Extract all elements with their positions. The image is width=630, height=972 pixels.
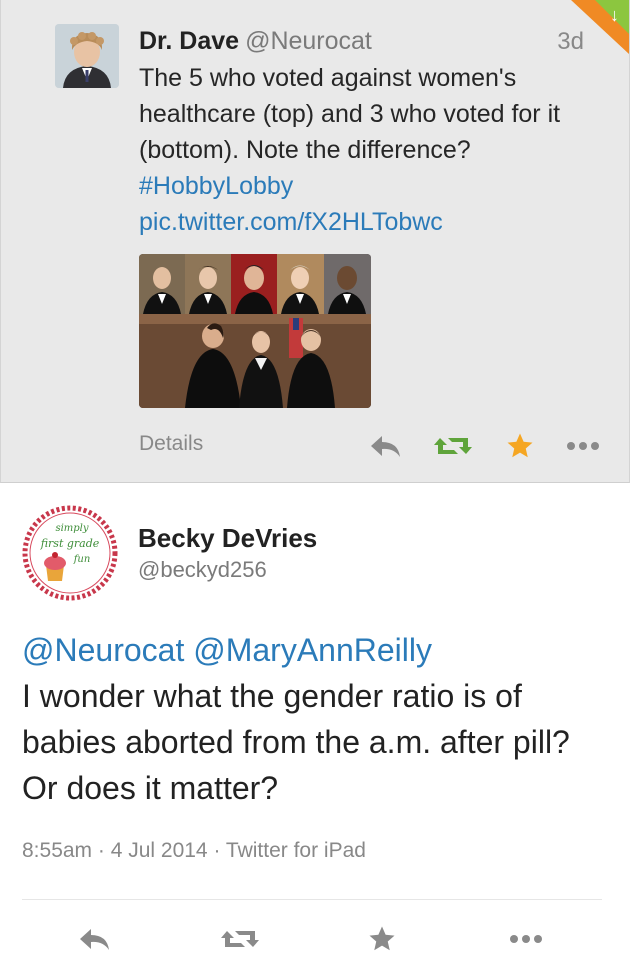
avatar[interactable] bbox=[55, 24, 119, 88]
more-icon[interactable] bbox=[507, 923, 545, 955]
author-handle[interactable]: @Neurocat bbox=[245, 27, 372, 55]
hashtag-link[interactable]: #HobbyLobby bbox=[139, 168, 609, 204]
avatar[interactable]: simply first grade fun bbox=[22, 505, 118, 601]
expanded-tweet: simply first grade fun Becky DeVries @be… bbox=[0, 483, 630, 972]
tweet-body: I wonder what the gender ratio is of bab… bbox=[22, 678, 570, 806]
favorite-icon[interactable] bbox=[503, 430, 537, 462]
highlighted-tweet[interactable]: ↓ Dr. Dave @Neurocat 3d The 5 who voted a… bbox=[0, 0, 630, 483]
reply-icon[interactable] bbox=[76, 923, 112, 955]
author-handle[interactable]: @beckyd256 bbox=[138, 557, 267, 583]
divider bbox=[22, 899, 602, 900]
portrait-2 bbox=[185, 254, 231, 314]
avatar-text-line3: fun bbox=[73, 554, 91, 565]
avatar-text-line1: simply bbox=[55, 523, 88, 534]
mention-link[interactable]: @MaryAnnReilly bbox=[193, 632, 432, 668]
favorite-icon[interactable] bbox=[365, 923, 399, 955]
portrait-5 bbox=[324, 254, 371, 314]
tweet-timestamp[interactable]: 3d bbox=[557, 28, 584, 56]
author-name[interactable]: Becky DeVries bbox=[138, 523, 317, 554]
retweet-icon[interactable] bbox=[433, 430, 473, 462]
portrait-4 bbox=[277, 254, 324, 314]
down-arrow-icon: ↓ bbox=[610, 5, 619, 25]
tweet-text: @Neurocat @MaryAnnReilly I wonder what t… bbox=[22, 627, 612, 811]
details-link[interactable]: Details bbox=[139, 432, 203, 456]
portrait-1 bbox=[139, 254, 185, 314]
portrait-3 bbox=[231, 254, 277, 314]
tweet-media-image[interactable] bbox=[139, 254, 371, 408]
avatar-text-line2: first grade bbox=[40, 537, 100, 550]
tweet-body: The 5 who voted against women's healthca… bbox=[139, 64, 561, 164]
reply-icon[interactable] bbox=[367, 430, 403, 462]
author-name[interactable]: Dr. Dave bbox=[139, 27, 239, 55]
more-icon[interactable] bbox=[564, 430, 602, 462]
tweet-header: Dr. Dave @Neurocat bbox=[139, 26, 372, 56]
retweet-icon[interactable] bbox=[220, 923, 260, 955]
tweet-metadata[interactable]: 8:55am · 4 Jul 2014 · Twitter for iPad bbox=[22, 839, 366, 863]
mention-link[interactable]: @Neurocat bbox=[22, 632, 184, 668]
group-photo bbox=[139, 314, 371, 408]
tweet-text: The 5 who voted against women's healthca… bbox=[139, 60, 609, 240]
pic-link[interactable]: pic.twitter.com/fX2HLTobwc bbox=[139, 204, 609, 240]
